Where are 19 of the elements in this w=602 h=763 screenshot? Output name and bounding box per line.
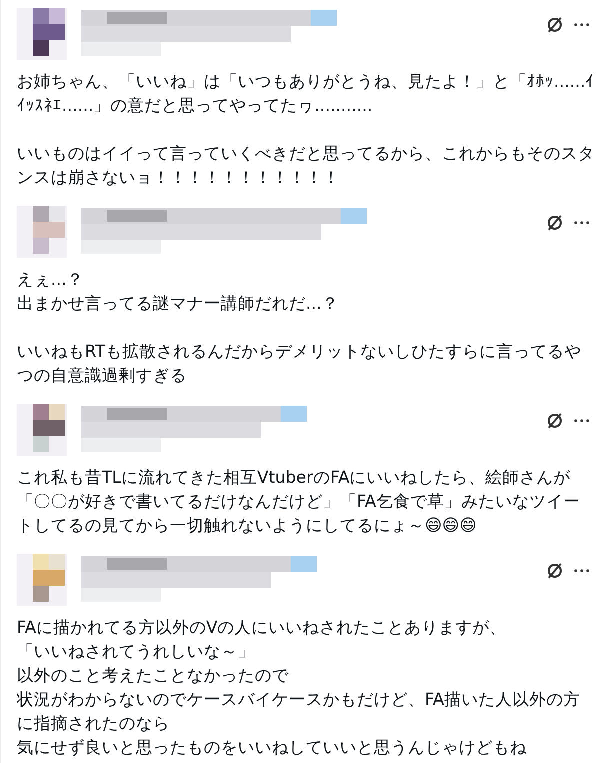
post-text: 「いいねされてうれしいな～」 [17,641,256,663]
post-text: お姉ちゃん、「いいね」は「いつもありがとうね、見たよ！」と「ｵﾎｯ......ｲｲｯｽﾈｴ......」の意だと思ってやってたヮ........... [17,71,596,117]
slashed-circle-icon[interactable] [546,16,564,34]
post-text: いいねもRTも拡散されるんだからデメリットないしひたすらに言ってるやつの自意識過剰すぎる [17,341,582,387]
post-text: FAに描かれてる方以外のVの人にいいねされたことありますが、 [17,617,508,639]
slashed-circle-icon[interactable] [546,562,564,580]
post-text: 以外のこと考えたことなかったので [17,665,290,687]
slashed-circle-icon[interactable] [546,214,564,232]
post-text: 気にせず良いと思ったものをいいねしていいと思うんじゃけどもね [17,737,528,759]
slashed-circle-icon[interactable] [546,412,564,430]
post-text: えぇ...？ [17,269,85,291]
post-text: いいものはイイって言っていくべきだと思ってるから、これからもそのスタンスは崩さないョ！！！！！！！！！！！ [17,143,596,189]
post-text: 出まかせ言ってる謎マナー講師だれだ...？ [17,293,340,315]
more-icon[interactable] [574,221,590,225]
post-text: 状況がわからないのでケースバイケースかもだけど、FA描いた人以外の方に指摘されたのなら [17,689,582,735]
post-text: これ私も昔TLに流れてきた相互VtuberのFAにいいねしたら、絵師さんが「〇〇が好きで書いてるだけなんだけど」「FA乞食で草」みたいなツイートしてるの見てから一切触れないようにしてるにょ～😄😄😄 [17,467,582,537]
more-icon[interactable] [574,23,590,27]
more-icon[interactable] [574,569,590,573]
more-icon[interactable] [574,419,590,423]
